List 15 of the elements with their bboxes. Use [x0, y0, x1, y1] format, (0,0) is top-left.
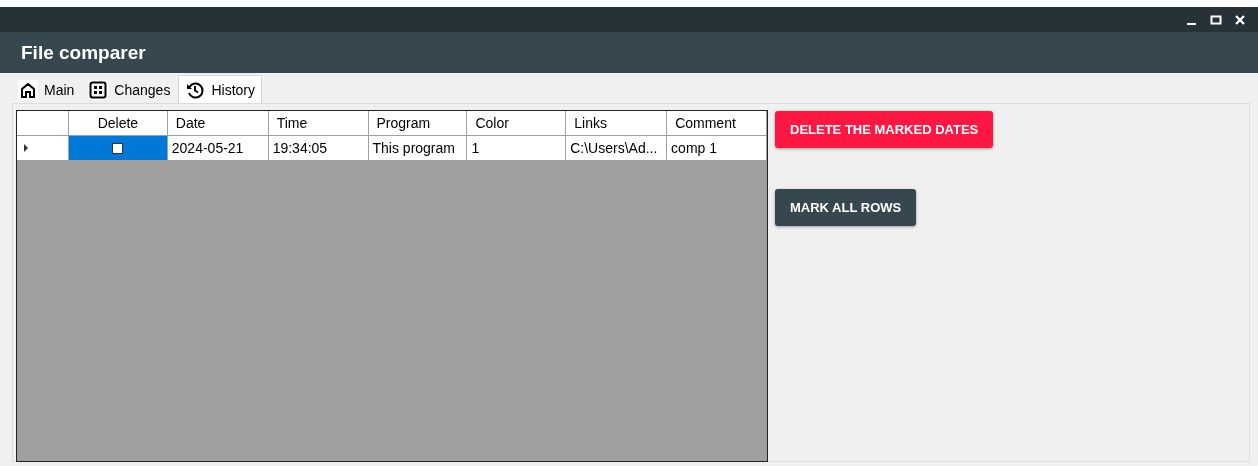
grid-icon [88, 80, 109, 100]
window-title: File comparer [21, 41, 146, 64]
close-icon[interactable] [1234, 13, 1246, 26]
action-button[interactable]: MARK ALL ROWS [775, 189, 917, 226]
table-cell: 2024-05-21 [167, 136, 269, 161]
table-cell: 19:34:05 [268, 136, 369, 161]
table-cell: comp 1 [667, 136, 767, 161]
tab[interactable]: History [178, 75, 262, 103]
table-cell: 1 [467, 136, 567, 161]
action-button[interactable]: DELETE THE MARKED DATES [775, 111, 994, 148]
home-icon [18, 80, 38, 100]
checkbox[interactable] [112, 142, 124, 154]
maximize-icon[interactable] [1210, 13, 1222, 26]
table-cell: C:\Users\Ad... [566, 136, 668, 161]
table-cell: This program [368, 136, 468, 161]
